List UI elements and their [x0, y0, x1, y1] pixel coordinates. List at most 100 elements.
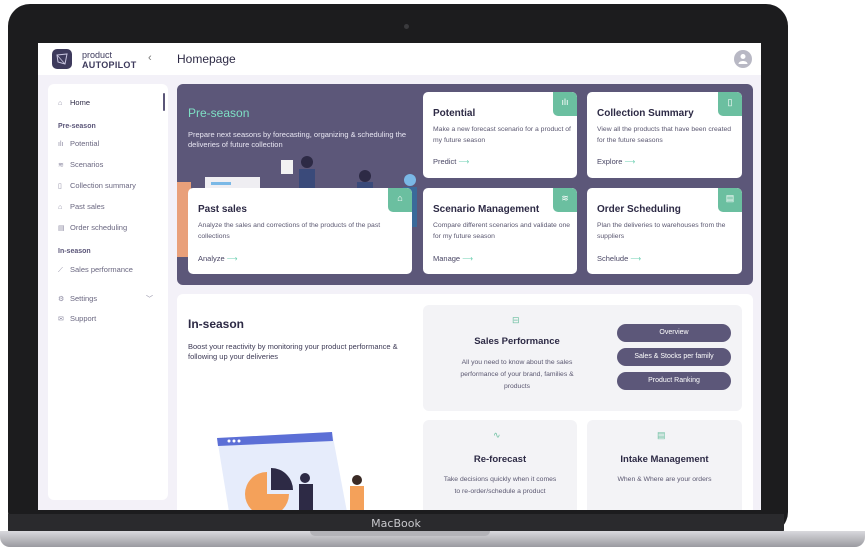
- sidebar-item-settings[interactable]: ⚙ Settings: [58, 294, 97, 303]
- bar-chart-icon: ılı: [58, 141, 64, 148]
- document-icon: ▯: [58, 183, 62, 190]
- card-title: Re-forecast: [473, 454, 527, 465]
- link-label: Manage: [433, 254, 461, 263]
- arrow-right-icon: ⟶: [226, 254, 238, 263]
- link-label: Explore: [597, 157, 623, 166]
- explore-link[interactable]: Explore ⟶: [597, 157, 635, 166]
- line-chart-icon: ⟋: [58, 267, 63, 274]
- in-season-description: Boost your reactivity by monitoring your…: [188, 342, 398, 361]
- analyze-link[interactable]: Analyze ⟶: [198, 254, 238, 263]
- pre-season-panel: Pre-season Prepare next seasons by forec…: [177, 84, 753, 285]
- sidebar-item-label: Home: [70, 98, 91, 107]
- link-label: Predict: [433, 157, 457, 166]
- chevron-down-icon[interactable]: ﹀: [146, 294, 153, 304]
- manage-link[interactable]: Manage ⟶: [433, 254, 473, 263]
- basket-icon: ⌂: [58, 204, 63, 211]
- card-title: Scenario Management: [433, 204, 540, 215]
- card-title: Order Scheduling: [597, 204, 681, 215]
- card-collection-summary[interactable]: ▯ Collection Summary View all the produc…: [587, 92, 742, 178]
- sidebar-item-support[interactable]: ✉ Support: [58, 314, 96, 323]
- bar-chart-icon: ılı: [561, 97, 569, 107]
- sidebar-section-pre-season: Pre-season: [58, 123, 96, 130]
- card-badge: ılı: [553, 92, 577, 116]
- pre-season-title: Pre-season: [188, 106, 250, 120]
- sidebar-item-potential[interactable]: ılı Potential: [58, 139, 99, 148]
- card-badge: ⌂: [388, 188, 412, 212]
- card-badge: ▤: [718, 188, 742, 212]
- collapse-sidebar-button[interactable]: ‹: [148, 52, 152, 64]
- card-badge: ≋: [553, 188, 577, 212]
- sidebar-item-label: Collection summary: [70, 181, 136, 190]
- predict-link[interactable]: Predict ⟶: [433, 157, 469, 166]
- card-scenario-management[interactable]: ≋ Scenario Management Compare different …: [423, 188, 577, 274]
- sidebar-item-sales-performance[interactable]: ⟋ Sales performance: [58, 265, 133, 275]
- card-description: When & Where are your orders: [617, 476, 712, 483]
- product-ranking-button[interactable]: Product Ranking: [617, 372, 731, 390]
- card-title: Potential: [433, 108, 476, 119]
- home-icon: ⌂: [58, 100, 63, 107]
- card-description: View all the products that have been cre…: [597, 126, 732, 144]
- page-title: Homepage: [177, 52, 236, 66]
- card-potential[interactable]: ılı Potential Make a new forecast scenar…: [423, 92, 577, 178]
- card-order-scheduling[interactable]: ▤ Order Scheduling Plan the deliveries t…: [587, 188, 742, 274]
- link-label: Schelude: [597, 254, 629, 263]
- arrow-right-icon: ⟶: [624, 157, 636, 166]
- active-indicator: [163, 93, 165, 111]
- card-description: All you need to know about the sales per…: [460, 359, 574, 390]
- sidebar: ⌂ Home Pre-season ılı Potential ≋ Scenarios…: [48, 84, 168, 500]
- sidebar-item-label: Support: [70, 314, 97, 323]
- sidebar-item-home[interactable]: ⌂ Home: [58, 98, 90, 107]
- arrow-right-icon: ⟶: [462, 254, 473, 263]
- card-title: Intake Management: [620, 454, 709, 465]
- document-icon: ▯: [727, 97, 733, 107]
- link-label: Analyze: [198, 254, 225, 263]
- in-season-panel: In-season Boost your reactivity by monit…: [177, 294, 753, 510]
- laptop-base: [0, 531, 865, 547]
- user-avatar[interactable]: [734, 50, 752, 68]
- card-description: Analyze the sales and corrections of the…: [198, 222, 381, 240]
- arrow-right-icon: ⟶: [458, 157, 470, 166]
- calendar-icon: ▤: [657, 430, 666, 440]
- card-description: Make a new forecast scenario for a produ…: [433, 126, 571, 144]
- card-intake-management[interactable]: ▤ Intake Management When & Where are you…: [587, 420, 742, 510]
- overview-button[interactable]: Overview: [617, 324, 731, 342]
- pre-season-description: Prepare next seasons by forecasting, org…: [188, 130, 407, 149]
- sidebar-item-label: Potential: [70, 139, 100, 148]
- schedule-link[interactable]: Schelude ⟶: [597, 254, 641, 263]
- laptop-notch: [310, 531, 490, 536]
- basket-icon: ⊟: [512, 315, 520, 325]
- camera-dot: [404, 24, 409, 29]
- basket-icon: ⌂: [397, 193, 403, 203]
- sidebar-item-scenarios[interactable]: ≋ Scenarios: [58, 160, 103, 169]
- sidebar-item-label: Order scheduling: [70, 223, 128, 232]
- card-title: Sales Performance: [474, 336, 560, 347]
- sidebar-item-past-sales[interactable]: ⌂ Past sales: [58, 202, 105, 211]
- sidebar-item-label: Sales performance: [70, 265, 133, 274]
- card-description: Take decisions quickly when it comes to …: [443, 476, 557, 495]
- calendar-icon: ▤: [58, 225, 65, 232]
- gear-icon: ⚙: [58, 296, 65, 303]
- logo-text-autopilot: AUTOPILOT: [82, 60, 137, 70]
- card-past-sales[interactable]: ⌂ Past sales Analyze the sales and corre…: [188, 188, 412, 274]
- card-badge: ▯: [718, 92, 742, 116]
- logo-icon[interactable]: [52, 49, 72, 69]
- app-screen: product AUTOPILOT ‹ Homepage ⌂ Home Pre-s…: [38, 43, 761, 510]
- top-bar: product AUTOPILOT ‹ Homepage: [38, 43, 761, 75]
- sidebar-section-in-season: In-season: [58, 248, 91, 255]
- device-stage: MacBook product AUTOPILOT ‹ Homepage ⌂ Ho…: [0, 0, 865, 547]
- in-season-illustration: [217, 432, 364, 510]
- logo-text-product: product: [82, 50, 113, 60]
- sales-stocks-per-family-button[interactable]: Sales & Stocks per family: [617, 348, 731, 366]
- card-sales-performance: ⊟ Sales Performance All you need to know…: [423, 305, 742, 411]
- sidebar-item-collection-summary[interactable]: ▯ Collection summary: [58, 181, 136, 190]
- sidebar-item-label: Past sales: [70, 202, 105, 211]
- card-description: Compare different scenarios and validate…: [433, 222, 571, 240]
- sidebar-item-label: Scenarios: [70, 160, 104, 169]
- calendar-icon: ▤: [725, 193, 735, 203]
- card-reforecast[interactable]: ∿ Re-forecast Take decisions quickly whe…: [423, 420, 577, 510]
- arrow-right-icon: ⟶: [630, 254, 642, 263]
- card-description: Plan the deliveries to warehouses from t…: [597, 222, 726, 240]
- sidebar-item-label: Settings: [70, 294, 98, 303]
- card-title: Past sales: [198, 204, 247, 215]
- sidebar-item-order-scheduling[interactable]: ▤ Order scheduling: [58, 223, 127, 232]
